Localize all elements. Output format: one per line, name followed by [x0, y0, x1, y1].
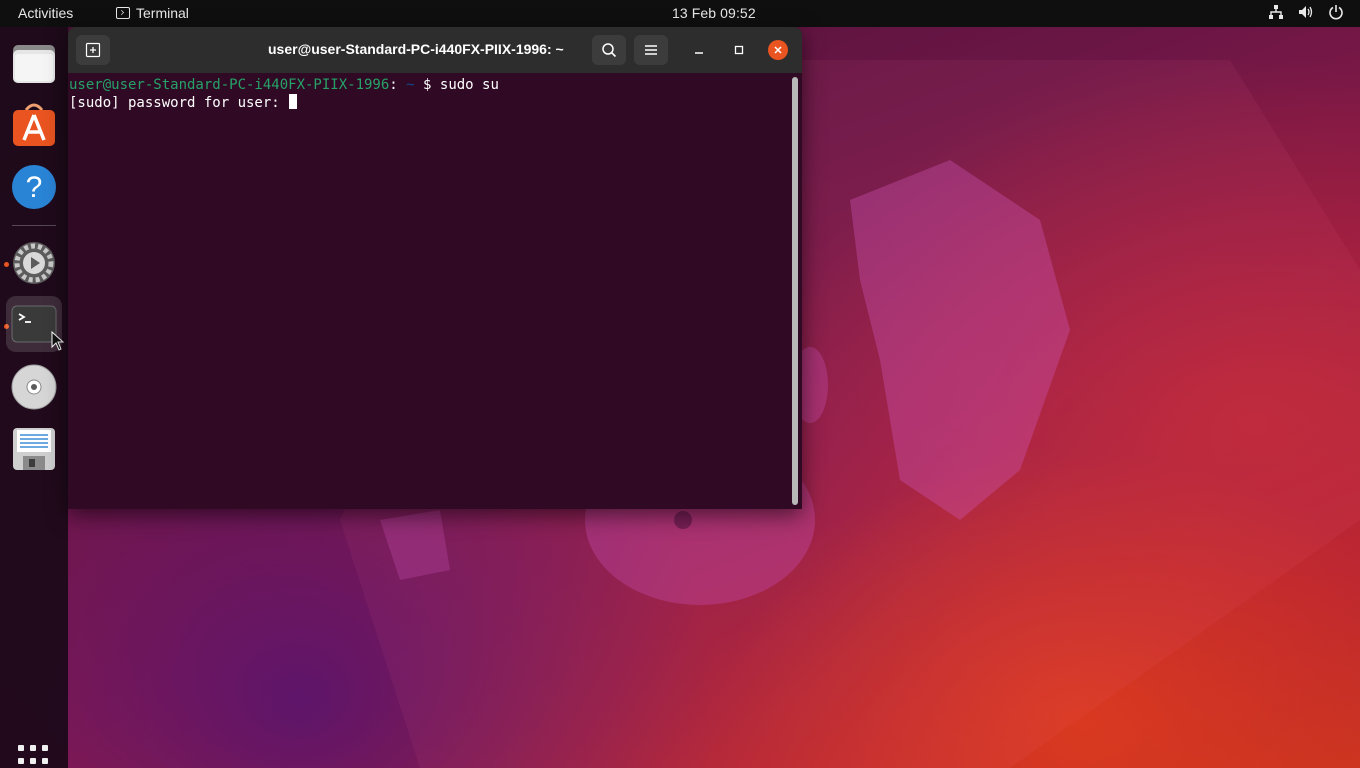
dock-item-settings[interactable]: [6, 235, 62, 291]
search-button[interactable]: [592, 35, 626, 65]
prompt-command: $ sudo su: [423, 77, 499, 93]
terminal-output[interactable]: user@user-Standard-PC-i440FX-PIIX-1996: …: [68, 73, 792, 509]
dock-item-files[interactable]: [6, 35, 62, 91]
prompt-separator: :: [389, 77, 398, 93]
dock: ?: [0, 27, 68, 768]
terminal-line-password: [sudo] password for user:: [69, 94, 298, 112]
minimize-icon: [695, 52, 703, 54]
close-icon: [774, 46, 782, 54]
terminal-scrollbar[interactable]: [792, 77, 798, 505]
prompt-path: ~: [397, 77, 415, 93]
minimize-button[interactable]: [688, 39, 710, 61]
text-cursor: [289, 94, 298, 109]
app-menu-button[interactable]: Terminal: [116, 5, 189, 21]
close-button[interactable]: [768, 40, 788, 60]
floppy-save-icon: [13, 428, 55, 470]
files-icon: [13, 45, 55, 83]
dock-item-text-editor[interactable]: [6, 421, 62, 477]
network-icon[interactable]: [1268, 4, 1284, 20]
activities-button[interactable]: Activities: [18, 5, 73, 21]
terminal-line-command: user@user-Standard-PC-i440FX-PIIX-1996: …: [69, 76, 499, 94]
terminal-titlebar[interactable]: user@user-Standard-PC-i440FX-PIIX-1996: …: [68, 27, 802, 73]
terminal-window[interactable]: user@user-Standard-PC-i440FX-PIIX-1996: …: [68, 27, 802, 509]
system-tray[interactable]: [1268, 4, 1344, 20]
mouse-pointer-icon: [51, 331, 65, 351]
volume-icon[interactable]: [1298, 4, 1314, 20]
new-tab-button[interactable]: [76, 35, 110, 65]
clock[interactable]: 13 Feb 09:52: [672, 5, 756, 21]
terminal-small-icon: [116, 7, 130, 19]
hamburger-menu-icon: [645, 45, 657, 55]
svg-text:?: ?: [26, 171, 43, 204]
software-icon: [13, 103, 55, 146]
power-icon[interactable]: [1328, 4, 1344, 20]
app-menu-label: Terminal: [136, 5, 189, 21]
show-applications-button[interactable]: [18, 745, 50, 768]
dock-item-software[interactable]: [6, 97, 62, 153]
dock-item-help[interactable]: ?: [6, 159, 62, 215]
new-tab-icon: [85, 42, 101, 58]
window-title: user@user-Standard-PC-i440FX-PIIX-1996: …: [268, 41, 564, 57]
help-icon: ?: [12, 165, 56, 209]
prompt-user-host: user@user-Standard-PC-i440FX-PIIX-1996: [69, 77, 390, 93]
search-icon: [602, 43, 617, 58]
maximize-icon: [734, 45, 744, 55]
dock-separator: [12, 225, 56, 226]
top-bar: Activities Terminal 13 Feb 09:52: [0, 0, 1360, 27]
dock-item-disc[interactable]: [6, 359, 62, 415]
disc-icon: [11, 364, 57, 410]
menu-button[interactable]: [634, 35, 668, 65]
maximize-button[interactable]: [728, 39, 750, 61]
settings-gear-icon: [13, 242, 55, 284]
sudo-password-prompt: [sudo] password for user:: [69, 95, 289, 111]
